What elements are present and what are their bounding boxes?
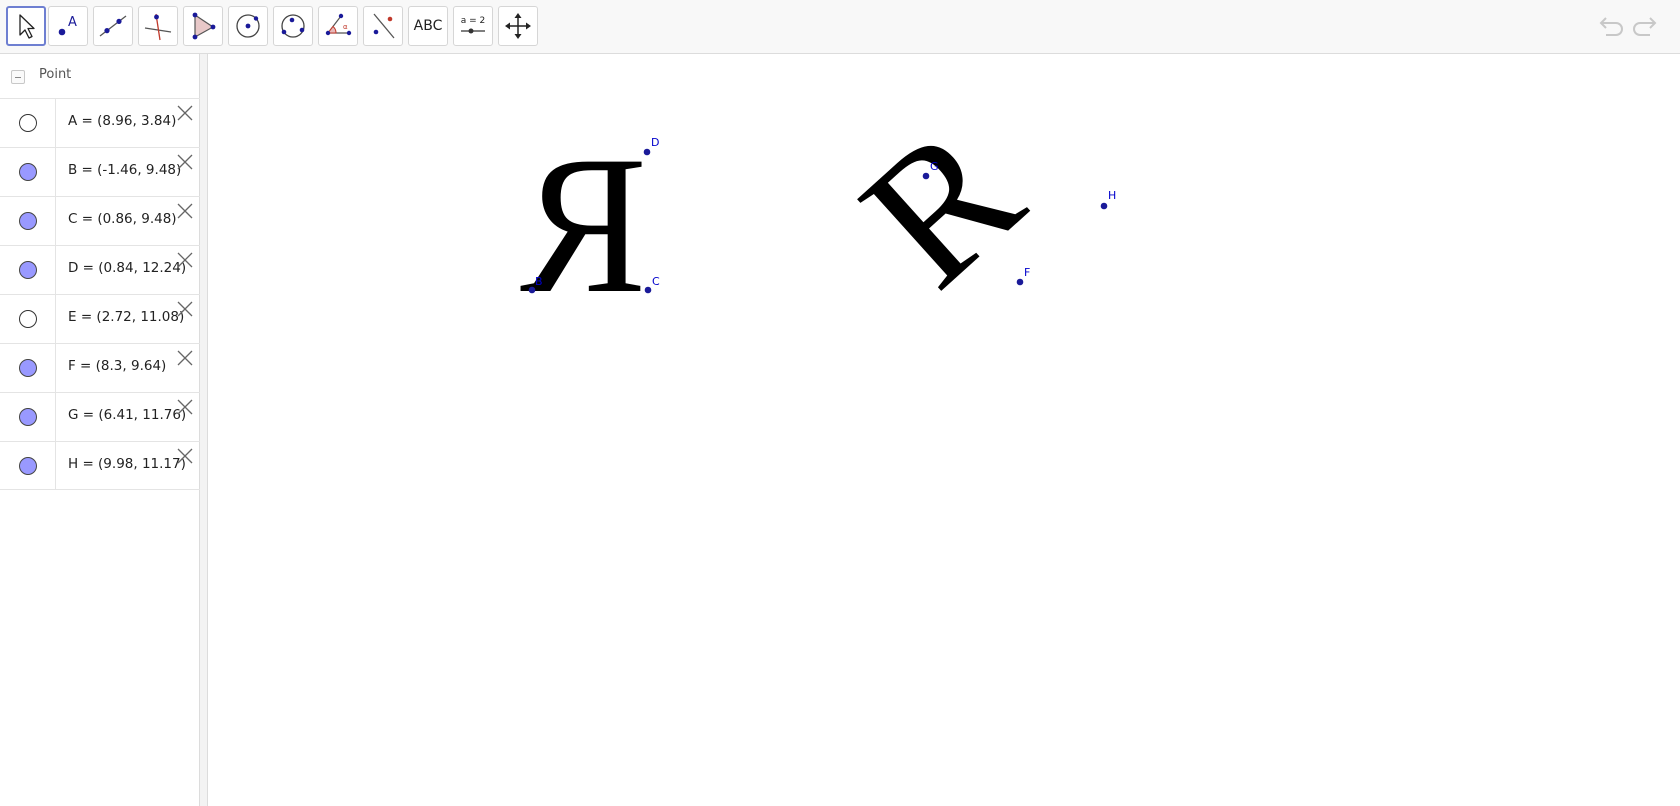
collapse-group-button[interactable] xyxy=(11,70,25,84)
algebra-row-a[interactable]: A = (8.96, 3.84) xyxy=(0,98,200,147)
line-through-points-icon xyxy=(99,15,127,37)
point-label-c: C xyxy=(652,275,660,288)
redo-icon xyxy=(1633,17,1657,36)
close-icon xyxy=(177,350,193,366)
svg-text:α: α xyxy=(343,23,348,31)
line-tool-button[interactable] xyxy=(93,6,133,46)
algebra-row-b[interactable]: B = (-1.46, 9.48) xyxy=(0,147,200,196)
svg-text:R: R xyxy=(520,115,647,334)
definition-f[interactable]: F = (8.3, 9.64) xyxy=(68,358,166,374)
delete-c-button[interactable] xyxy=(177,203,193,219)
polygon-tool-button[interactable] xyxy=(183,6,223,46)
perpendicular-line-icon xyxy=(144,13,172,41)
angle-tool-button[interactable]: α xyxy=(318,6,358,46)
close-icon xyxy=(177,448,193,464)
visibility-toggle-a[interactable] xyxy=(19,114,37,132)
close-icon xyxy=(177,105,193,121)
move-tool-button[interactable] xyxy=(6,6,46,46)
definition-g[interactable]: G = (6.41, 11.76) xyxy=(68,407,186,423)
point-h[interactable]: H xyxy=(1100,189,1117,210)
visibility-toggle-c[interactable] xyxy=(19,212,37,230)
definition-a[interactable]: A = (8.96, 3.84) xyxy=(68,113,176,129)
point-label-g: G xyxy=(930,160,939,173)
delete-e-button[interactable] xyxy=(177,301,193,317)
move-cross-arrows-icon xyxy=(505,13,531,39)
visibility-toggle-b[interactable] xyxy=(19,163,37,181)
group-label: Point xyxy=(39,67,72,82)
close-icon xyxy=(177,252,193,268)
delete-f-button[interactable] xyxy=(177,350,193,366)
close-icon xyxy=(177,203,193,219)
delete-b-button[interactable] xyxy=(177,154,193,170)
delete-g-button[interactable] xyxy=(177,399,193,415)
undo-button[interactable] xyxy=(1594,12,1624,42)
definition-c[interactable]: C = (0.86, 9.48) xyxy=(68,211,177,227)
graphics-view[interactable]: R R B C D F G H xyxy=(209,54,1680,806)
algebra-row-h[interactable]: H = (9.98, 11.17) xyxy=(0,441,200,490)
undo-icon xyxy=(1599,17,1623,36)
algebra-row-e[interactable]: E = (2.72, 11.08) xyxy=(0,294,200,343)
algebra-row-g[interactable]: G = (6.41, 11.76) xyxy=(0,392,200,441)
point-tool-button[interactable]: A xyxy=(48,6,88,46)
move-arrow-icon xyxy=(19,14,35,39)
reflect-about-line-tool-button[interactable] xyxy=(363,6,403,46)
algebra-row-f[interactable]: F = (8.3, 9.64) xyxy=(0,343,200,392)
slider-tool-label: a = 2 xyxy=(461,16,486,26)
circle-three-points-tool-button[interactable] xyxy=(273,6,313,46)
definition-b[interactable]: B = (-1.46, 9.48) xyxy=(68,162,181,178)
svg-text:A: A xyxy=(68,15,77,30)
definition-h[interactable]: H = (9.98, 11.17) xyxy=(68,456,186,472)
redo-button[interactable] xyxy=(1632,12,1662,42)
algebra-view: Point A = (8.96, 3.84) B = (-1.46, 9.48)… xyxy=(0,54,200,806)
point-icon: A xyxy=(58,15,77,36)
visibility-toggle-g[interactable] xyxy=(19,408,37,426)
text-tool-label: ABC xyxy=(413,18,443,34)
text-tool-button[interactable]: ABC xyxy=(408,6,448,46)
group-header-point: Point xyxy=(0,54,200,98)
delete-d-button[interactable] xyxy=(177,252,193,268)
close-icon xyxy=(177,301,193,317)
image-rotated-letter[interactable]: R xyxy=(824,86,1059,327)
visibility-toggle-f[interactable] xyxy=(19,359,37,377)
view-splitter[interactable] xyxy=(200,54,208,806)
graphics-canvas[interactable]: R R B C D F G H xyxy=(209,54,1680,806)
close-icon xyxy=(177,399,193,415)
definition-d[interactable]: D = (0.84, 12.24) xyxy=(68,260,186,276)
slider-icon: a = 2 xyxy=(461,16,486,34)
point-label-h: H xyxy=(1108,189,1116,202)
angle-icon: α xyxy=(325,13,352,36)
image-mirrored-letter[interactable]: R xyxy=(520,115,647,334)
delete-a-button[interactable] xyxy=(177,105,193,121)
point-label-d: D xyxy=(651,136,659,149)
move-graphics-view-tool-button[interactable] xyxy=(498,6,538,46)
delete-h-button[interactable] xyxy=(177,448,193,464)
reflect-line-icon xyxy=(373,13,395,39)
algebra-row-c[interactable]: C = (0.86, 9.48) xyxy=(0,196,200,245)
visibility-toggle-e[interactable] xyxy=(19,310,37,328)
algebra-row-d[interactable]: D = (0.84, 12.24) xyxy=(0,245,200,294)
toolbar: A α ABC a = 2 xyxy=(0,0,1680,54)
close-icon xyxy=(177,154,193,170)
perpendicular-line-tool-button[interactable] xyxy=(138,6,178,46)
circle-center-point-tool-button[interactable] xyxy=(228,6,268,46)
svg-text:R: R xyxy=(824,86,1059,327)
circle-three-points-icon xyxy=(281,14,305,38)
definition-e[interactable]: E = (2.72, 11.08) xyxy=(68,309,184,325)
polygon-icon xyxy=(192,12,216,40)
slider-tool-button[interactable]: a = 2 xyxy=(453,6,493,46)
circle-center-icon xyxy=(236,14,260,38)
visibility-toggle-d[interactable] xyxy=(19,261,37,279)
point-label-b: B xyxy=(535,275,543,288)
visibility-toggle-h[interactable] xyxy=(19,457,37,475)
point-label-f: F xyxy=(1024,266,1030,279)
